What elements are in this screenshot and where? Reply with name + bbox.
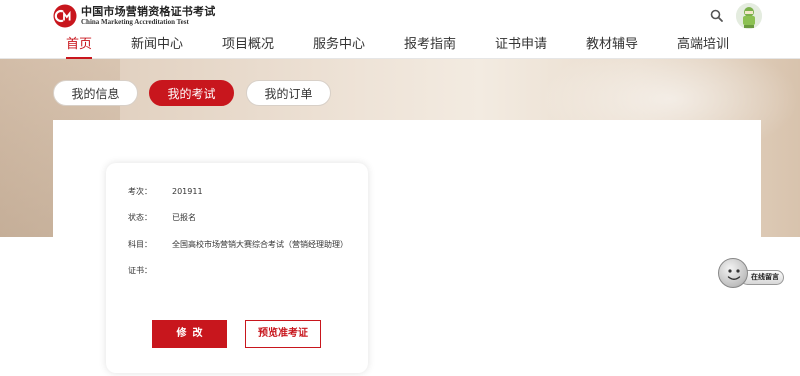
user-avatar-icon[interactable] <box>736 3 762 29</box>
exam-session-value: 201911 <box>172 187 203 196</box>
search-icon[interactable] <box>709 8 725 24</box>
online-message-widget[interactable]: 在线留言 <box>718 258 784 290</box>
exam-status-row: 状态： 已报名 <box>106 212 368 224</box>
site-logo[interactable]: 中国市场营销资格证书考试 China Marketing Accreditati… <box>53 3 215 29</box>
logo-title-en: China Marketing Accreditation Test <box>81 18 189 26</box>
exam-certificate-row: 证书： <box>106 265 368 277</box>
preview-admission-ticket-button[interactable]: 预览准考证 <box>245 320 321 348</box>
smiley-face-icon <box>718 258 748 288</box>
exam-subject-label: 科目： <box>128 240 152 249</box>
top-bar: 中国市场营销资格证书考试 China Marketing Accreditati… <box>0 0 800 32</box>
exam-certificate-label: 证书： <box>128 266 152 275</box>
nav-textbook-tutoring[interactable]: 教材辅导 <box>586 32 638 59</box>
nav-certificate-application[interactable]: 证书申请 <box>495 32 547 59</box>
exam-status-label: 状态： <box>128 213 152 222</box>
exam-session-row: 考次： 201911 <box>106 186 368 198</box>
exam-card: 考次： 201911 状态： 已报名 科目： 全国高校市场营销大赛综合考试（营销… <box>106 163 368 373</box>
nav-home[interactable]: 首页 <box>66 32 93 59</box>
cm-logo-icon <box>53 4 77 28</box>
tab-my-orders[interactable]: 我的订单 <box>246 80 331 106</box>
exam-status-value: 已报名 <box>172 213 196 222</box>
exam-subject-value: 全国高校市场营销大赛综合考试（营销经理助理） <box>172 240 348 249</box>
edit-button[interactable]: 修改 <box>152 320 227 348</box>
exam-session-label: 考次： <box>128 187 152 196</box>
nav-service-center[interactable]: 服务中心 <box>313 32 365 59</box>
tab-my-info[interactable]: 我的信息 <box>53 80 138 106</box>
exam-subject-row: 科目： 全国高校市场营销大赛综合考试（营销经理助理） <box>106 239 368 251</box>
nav-exam-guide[interactable]: 报考指南 <box>404 32 456 59</box>
logo-title-cn: 中国市场营销资格证书考试 <box>81 5 216 18</box>
nav-advanced-training[interactable]: 高端培训 <box>677 32 729 59</box>
main-nav: 首页 新闻中心 项目概况 服务中心 报考指南 证书申请 教材辅导 高端培训 <box>0 32 800 59</box>
nav-news[interactable]: 新闻中心 <box>131 32 183 59</box>
tab-my-exams[interactable]: 我的考试 <box>149 80 234 106</box>
nav-project-overview[interactable]: 项目概况 <box>222 32 274 59</box>
